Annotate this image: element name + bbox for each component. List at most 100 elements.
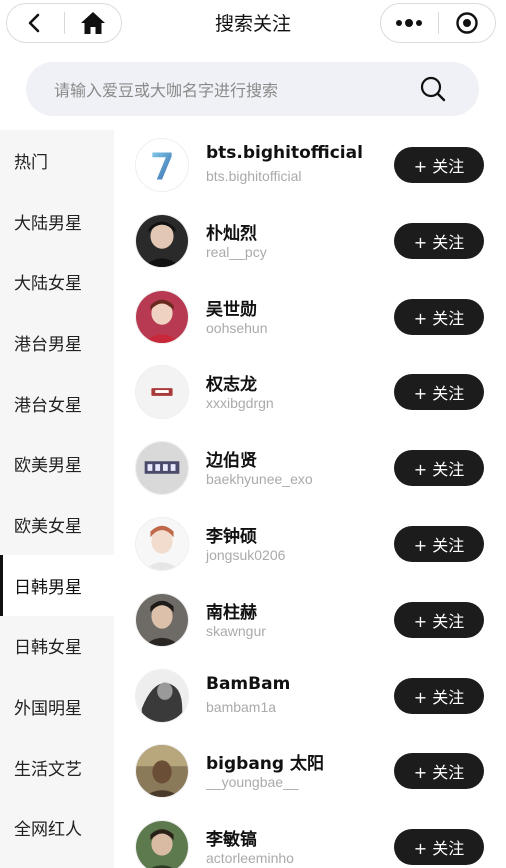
avatar[interactable]: [135, 744, 189, 799]
follow-button[interactable]: + 关注: [394, 753, 484, 790]
sidebar-item-label: 大陆女星: [14, 274, 82, 295]
avatar[interactable]: [135, 289, 189, 344]
celebrity-handle: oohsehun: [206, 319, 268, 336]
back-arrow-icon: [28, 13, 40, 33]
celebrity-handle: __youngbae__: [206, 774, 299, 791]
portrait-photo: [136, 517, 188, 570]
follow-button[interactable]: + 关注: [394, 298, 484, 335]
celebrity-name: 权志龙: [206, 375, 257, 396]
sidebar-item-label: 日韩男星: [14, 577, 82, 598]
portrait-photo: [136, 366, 188, 419]
sidebar-item-hktw-male[interactable]: 港台男星: [0, 312, 114, 373]
home-icon: [80, 12, 105, 34]
target-close-icon: [456, 12, 478, 34]
sidebar-item-label: 热门: [14, 152, 48, 173]
sidebar-item-label: 港台女星: [14, 395, 82, 416]
list-item[interactable]: 南柱赫 skawngur + 关注: [114, 585, 506, 661]
sidebar-item-mainland-female[interactable]: 大陆女星: [0, 251, 114, 312]
sidebar-item-label: 大陆男星: [14, 213, 82, 234]
celebrity-list: bts.bighitofficial bts.bighitofficial + …: [114, 130, 506, 868]
back-button[interactable]: [7, 4, 64, 42]
celebrity-name: 边伯贤: [206, 451, 257, 472]
follow-button[interactable]: + 关注: [394, 222, 484, 259]
search-icon[interactable]: [419, 75, 447, 103]
top-bar: 搜索关注: [0, 0, 506, 46]
sidebar-item-western-male[interactable]: 欧美男星: [0, 433, 114, 494]
portrait-photo: [136, 821, 188, 868]
sidebar-item-foreign-stars[interactable]: 外国明星: [0, 676, 114, 737]
celebrity-handle: actorleeminho: [206, 850, 294, 867]
sidebar-item-jpkr-female[interactable]: 日韩女星: [0, 616, 114, 677]
avatar[interactable]: [135, 516, 189, 571]
celebrity-name: bts.bighitofficial: [206, 143, 363, 163]
sidebar-item-lifestyle-arts[interactable]: 生活文艺: [0, 737, 114, 798]
follow-button[interactable]: + 关注: [394, 450, 484, 487]
follow-button[interactable]: + 关注: [394, 601, 484, 638]
celebrity-handle: jongsuk0206: [206, 546, 286, 563]
sidebar-item-label: 欧美男星: [14, 456, 82, 477]
sidebar-item-hktw-female[interactable]: 港台女星: [0, 373, 114, 434]
close-miniprogram-button[interactable]: [438, 4, 495, 42]
list-item[interactable]: 权志龙 xxxibgdrgn + 关注: [114, 357, 506, 433]
list-item[interactable]: BamBam bambam1a + 关注: [114, 661, 506, 737]
celebrity-name: 李钟硕: [206, 526, 257, 547]
avatar[interactable]: [135, 592, 189, 647]
list-item[interactable]: 吴世勋 oohsehun + 关注: [114, 282, 506, 358]
nav-capsule: [6, 3, 122, 43]
search-bar[interactable]: 请输入爱豆或大咖名字进行搜索: [26, 62, 479, 116]
sidebar-item-label: 欧美女星: [14, 516, 82, 537]
category-sidebar: 热门 大陆男星 大陆女星 港台男星 港台女星 欧美男星 欧美女星 日韩男星 日韩…: [0, 130, 114, 868]
follow-button[interactable]: + 关注: [394, 829, 484, 866]
sidebar-item-influencers[interactable]: 全网红人: [0, 798, 114, 859]
avatar[interactable]: [135, 365, 189, 420]
sidebar-item-mainland-male[interactable]: 大陆男星: [0, 191, 114, 252]
celebrity-handle: bambam1a: [206, 698, 277, 715]
portrait-photo: [136, 669, 188, 722]
menu-capsule: [380, 3, 496, 43]
sidebar-item-jpkr-male[interactable]: 日韩男星: [0, 554, 114, 616]
search-input[interactable]: 请输入爱豆或大咖名字进行搜索: [54, 77, 479, 101]
portrait-photo: [136, 290, 188, 343]
sidebar-item-label: 港台男星: [14, 334, 82, 355]
celebrity-name: 朴灿烈: [206, 223, 257, 244]
follow-button[interactable]: + 关注: [394, 374, 484, 411]
sidebar-item-label: 生活文艺: [14, 759, 82, 780]
list-item[interactable]: 李敏镐 actorleeminho + 关注: [114, 812, 506, 868]
list-item[interactable]: bts.bighitofficial bts.bighitofficial + …: [114, 130, 506, 206]
portrait-photo: [136, 593, 188, 646]
celebrity-handle: bts.bighitofficial: [206, 168, 302, 184]
follow-button[interactable]: + 关注: [394, 147, 484, 183]
celebrity-handle: real__pcy: [206, 243, 267, 260]
list-item[interactable]: 李钟硕 jongsuk0206 + 关注: [114, 509, 506, 585]
celebrity-handle: baekhyunee_exo: [206, 471, 313, 488]
avatar[interactable]: [135, 668, 189, 723]
more-dots-icon: [396, 19, 423, 27]
home-button[interactable]: [64, 4, 121, 42]
more-button[interactable]: [381, 4, 438, 42]
portrait-photo: [136, 214, 188, 267]
list-item[interactable]: bigbang 太阳 __youngbae__ + 关注: [114, 736, 506, 812]
celebrity-name: bigbang 太阳: [206, 754, 324, 775]
celebrity-name: 李敏镐: [206, 830, 257, 851]
celebrity-name: BamBam: [206, 673, 291, 694]
celebrity-handle: xxxibgdrgn: [206, 395, 274, 412]
sidebar-item-label: 全网红人: [14, 820, 82, 841]
portrait-photo: [136, 745, 188, 798]
portrait-photo: [136, 442, 188, 495]
sidebar-item-label: 外国明星: [14, 699, 82, 720]
avatar[interactable]: [135, 213, 189, 268]
celebrity-name: 南柱赫: [206, 602, 257, 623]
sidebar-item-label: 日韩女星: [14, 638, 82, 659]
celebrity-handle: skawngur: [206, 622, 266, 639]
follow-button[interactable]: + 关注: [394, 677, 484, 714]
celebrity-name: 吴世勋: [206, 299, 257, 320]
seven-logo-icon: [136, 139, 188, 191]
avatar[interactable]: [135, 441, 189, 496]
list-item[interactable]: 朴灿烈 real__pcy + 关注: [114, 206, 506, 282]
avatar[interactable]: [135, 820, 189, 868]
sidebar-item-hot[interactable]: 热门: [0, 130, 114, 191]
sidebar-item-western-female[interactable]: 欧美女星: [0, 494, 114, 555]
avatar[interactable]: [135, 138, 189, 192]
list-item[interactable]: 边伯贤 baekhyunee_exo + 关注: [114, 433, 506, 509]
follow-button[interactable]: + 关注: [394, 525, 484, 562]
